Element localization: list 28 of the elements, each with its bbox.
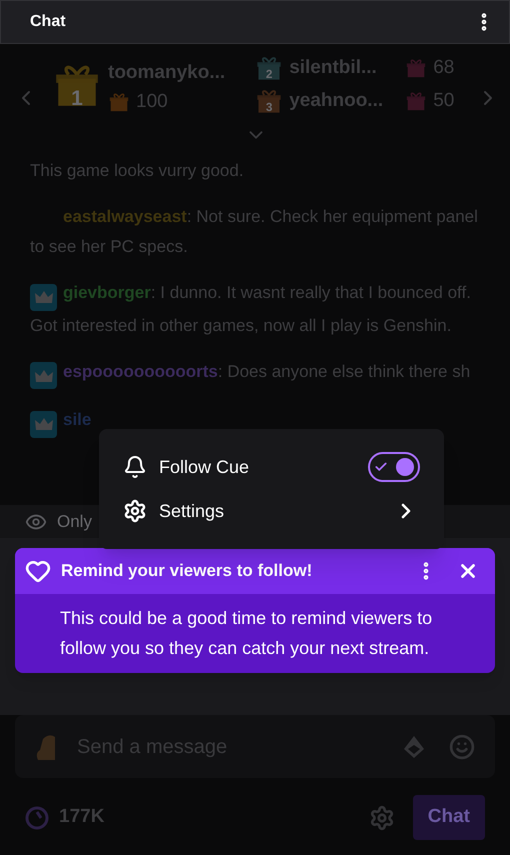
header-title: Chat [30, 12, 66, 32]
rank-number: 1 [70, 88, 84, 109]
settings-icon [123, 499, 147, 523]
gift-icon [255, 54, 284, 82]
filter-label: Only [57, 510, 92, 533]
emoji-icon[interactable] [449, 734, 475, 760]
cue-body: This could be a good time to remind viewers to follow you so they can catch your next stream. [59, 607, 434, 660]
heart-icon [25, 558, 51, 584]
cue-title: Remind your viewers to follow! [61, 560, 312, 582]
gift-icon [405, 90, 428, 112]
chat-send-button[interactable]: Chat [412, 795, 485, 840]
follow-cue-toggle[interactable] [368, 452, 420, 482]
rank-number: 2 [264, 69, 274, 82]
chat-username[interactable]: gievborger [63, 283, 151, 302]
gift-icon [405, 57, 428, 80]
check-icon [374, 460, 388, 474]
menu-item-label: Follow Cue [159, 456, 250, 478]
chat-username[interactable]: espoooooooooorts [63, 362, 218, 380]
menu-item[interactable]: Follow Cue [123, 449, 420, 485]
rank-number: 3 [264, 102, 274, 114]
channel-points-icon[interactable] [25, 806, 49, 830]
bell-icon [123, 455, 147, 479]
menu-item-label: Settings [159, 500, 224, 523]
chat-username[interactable]: sile [63, 410, 92, 429]
gift-icon [108, 91, 130, 114]
bits-icon[interactable] [403, 734, 425, 758]
settings-icon[interactable] [368, 804, 395, 830]
menu-item[interactable]: Settings [123, 493, 420, 529]
